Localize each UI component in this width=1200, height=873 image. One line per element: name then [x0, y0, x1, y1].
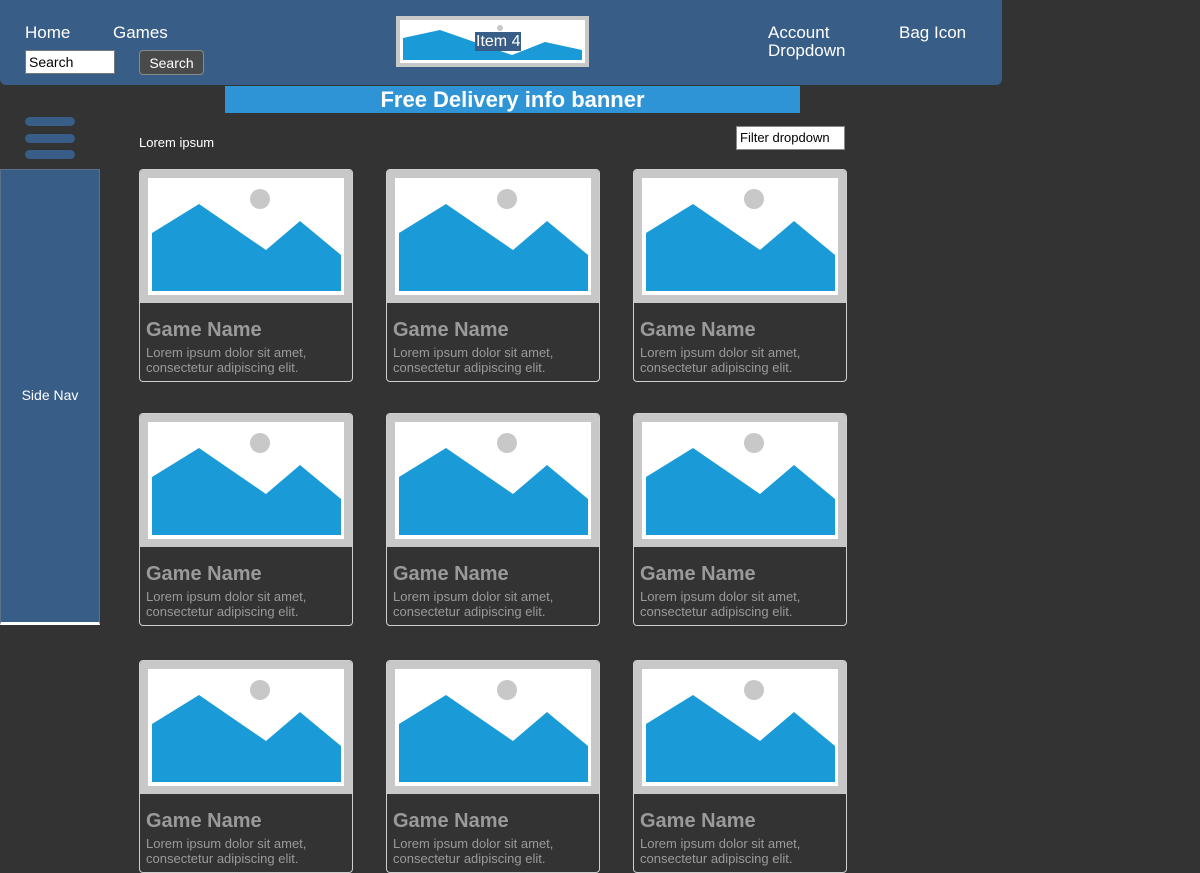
game-image-frame: [387, 170, 599, 303]
game-card[interactable]: Game Name Lorem ipsum dolor sit amet, con…: [139, 413, 353, 626]
game-description: Lorem ipsum dolor sit amet, consectetur …: [393, 345, 554, 375]
side-nav-label: Side Nav: [21, 387, 79, 403]
game-image-placeholder: [148, 178, 344, 295]
game-name: Game Name: [146, 563, 262, 585]
search-input[interactable]: [25, 50, 115, 74]
game-image-frame: [634, 414, 846, 547]
game-card[interactable]: Game Name Lorem ipsum dolor sit amet, con…: [386, 413, 600, 626]
game-name: Game Name: [393, 810, 509, 832]
game-name: Game Name: [146, 319, 262, 341]
image-placeholder-icon: [399, 680, 588, 782]
game-image-frame: [140, 170, 352, 303]
game-description: Lorem ipsum dolor sit amet, consectetur …: [640, 836, 801, 866]
image-placeholder-icon: [646, 433, 835, 535]
game-name: Game Name: [640, 563, 756, 585]
game-description: Lorem ipsum dolor sit amet, consectetur …: [393, 589, 554, 619]
filter-dropdown[interactable]: Filter dropdown: [736, 126, 845, 150]
game-image-placeholder: [642, 178, 838, 295]
game-image-placeholder: [395, 178, 591, 295]
image-placeholder-icon: [152, 433, 341, 535]
game-card[interactable]: Game Name Lorem ipsum dolor sit amet, con…: [633, 660, 847, 873]
bag-icon[interactable]: Bag Icon: [899, 24, 966, 42]
game-image-placeholder: [642, 669, 838, 786]
image-placeholder-icon: [152, 680, 341, 782]
game-description: Lorem ipsum dolor sit amet, consectetur …: [146, 589, 307, 619]
image-placeholder-icon: [399, 433, 588, 535]
game-image-placeholder: [148, 422, 344, 539]
game-card[interactable]: Game Name Lorem ipsum dolor sit amet, con…: [633, 413, 847, 626]
search-button[interactable]: Search: [139, 50, 204, 75]
top-header: Home Games Search Item 4 Account Dropdow…: [0, 0, 1002, 85]
game-image-frame: [634, 661, 846, 794]
game-card[interactable]: Game Name Lorem ipsum dolor sit amet, con…: [139, 169, 353, 382]
game-description: Lorem ipsum dolor sit amet, consectetur …: [146, 836, 307, 866]
image-placeholder-icon: [646, 189, 835, 291]
side-nav: Side Nav: [0, 169, 100, 625]
game-name: Game Name: [393, 319, 509, 341]
game-card[interactable]: Game Name Lorem ipsum dolor sit amet, con…: [386, 169, 600, 382]
game-name: Game Name: [640, 319, 756, 341]
nav-games-link[interactable]: Games: [113, 24, 168, 42]
game-image-frame: [387, 414, 599, 547]
nav-home-link[interactable]: Home: [25, 24, 70, 42]
game-image-frame: [140, 661, 352, 794]
game-name: Game Name: [640, 810, 756, 832]
game-description: Lorem ipsum dolor sit amet, consectetur …: [640, 345, 801, 375]
game-description: Lorem ipsum dolor sit amet, consectetur …: [393, 836, 554, 866]
game-card[interactable]: Game Name Lorem ipsum dolor sit amet, con…: [633, 169, 847, 382]
game-name: Game Name: [146, 810, 262, 832]
game-image-frame: [387, 661, 599, 794]
image-placeholder-icon: [399, 189, 588, 291]
game-image-frame: [140, 414, 352, 547]
hamburger-icon[interactable]: [25, 117, 75, 159]
game-card[interactable]: Game Name Lorem ipsum dolor sit amet, con…: [386, 660, 600, 873]
game-card[interactable]: Game Name Lorem ipsum dolor sit amet, con…: [139, 660, 353, 873]
logo-label: Item 4: [475, 32, 522, 51]
section-label: Lorem ipsum: [139, 135, 215, 150]
game-image-placeholder: [395, 422, 591, 539]
game-image-placeholder: [148, 669, 344, 786]
game-description: Lorem ipsum dolor sit amet, consectetur …: [640, 589, 801, 619]
game-image-placeholder: [395, 669, 591, 786]
account-dropdown[interactable]: Account Dropdown: [768, 24, 878, 60]
free-delivery-banner: Free Delivery info banner: [225, 86, 800, 113]
image-placeholder-icon: [152, 189, 341, 291]
game-description: Lorem ipsum dolor sit amet, consectetur …: [146, 345, 307, 375]
game-name: Game Name: [393, 563, 509, 585]
game-image-placeholder: [642, 422, 838, 539]
game-image-frame: [634, 170, 846, 303]
image-placeholder-icon: [646, 680, 835, 782]
